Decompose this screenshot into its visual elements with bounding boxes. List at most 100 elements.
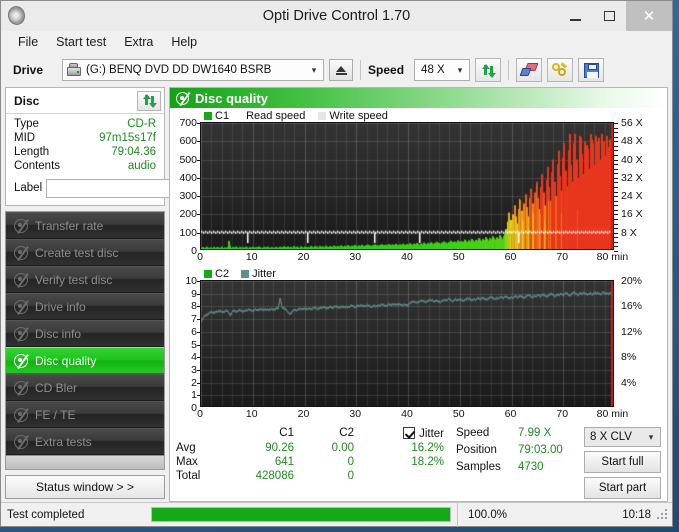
main-panel: Disc quality C1 Read speed Write speed 0… [169, 87, 668, 502]
clv-speed-select[interactable]: 8 X CLV ▾ [584, 427, 661, 447]
sidebar-item-fe-te[interactable]: FE / TE [6, 401, 164, 428]
disc-icon [14, 272, 29, 288]
disc-info-panel: Disc Type CD-R MID 97m15s17f Length 79:0… [5, 87, 218, 206]
sidebar-item-verify-test-disc[interactable]: Verify test disc [6, 266, 164, 293]
menu-item-extra[interactable]: Extra [115, 33, 162, 51]
axis-minor-tick [614, 127, 618, 129]
axis-tick-label: 50 [452, 408, 465, 420]
stats-info-value-samples: 4730 [518, 461, 544, 473]
status-bar: Test completed 100.0% 10:18 [1, 502, 672, 527]
disc-row-key: Type [14, 118, 39, 130]
menu-item-help[interactable]: Help [162, 33, 206, 51]
start-part-button[interactable]: Start part [584, 477, 661, 499]
c1-chart-plot [200, 122, 614, 250]
drive-icon [66, 63, 82, 77]
c1-chart-x-axis: 0 10 20 30 40 50 60 70 80 min [197, 250, 628, 266]
axis-tick-label: 20 [297, 251, 310, 263]
disc-icon [176, 91, 190, 106]
sidebar-item-cd-bler[interactable]: CD Bler [6, 374, 164, 401]
axis-tick-label: 80 min [596, 408, 629, 420]
sidebar-item-disc-info[interactable]: Disc info [6, 320, 164, 347]
drive-select[interactable]: (G:) BENQ DVD DD DW1640 BSRB ▾ [62, 59, 325, 81]
disc-refresh-button[interactable] [137, 90, 161, 111]
test-nav-list: Transfer rate Create test disc Verify te… [5, 211, 165, 470]
c1-chart: 0 100 200 300 400 500 600 700 8 X 16 X 24 X 32 X 40… [170, 117, 667, 257]
axis-minor-tick [614, 168, 618, 170]
app-window: Opti Drive Control 1.70 ✕ File Start tes… [0, 0, 673, 527]
axis-minor-tick [614, 232, 618, 234]
disc-row-value: audio [127, 160, 156, 172]
axis-minor-tick [614, 228, 618, 230]
axis-tick-label: 10 [245, 251, 258, 263]
settings-button[interactable] [547, 58, 574, 82]
disc-row-key: MID [14, 132, 36, 144]
axis-tick-label: 200 [179, 208, 197, 221]
speed-label: Speed [368, 63, 405, 77]
sidebar-item-label: Verify test disc [35, 272, 113, 287]
legend-label-c2: C2 [215, 267, 230, 280]
disc-icon [14, 218, 29, 234]
refresh-button[interactable] [475, 58, 502, 82]
status-window-button[interactable]: Status window > > [5, 475, 165, 499]
erase-button[interactable] [516, 58, 543, 82]
sidebar-item-extra-tests[interactable]: Extra tests [6, 428, 164, 455]
stats-max-c2: 0 [347, 456, 354, 468]
axis-minor-tick [614, 214, 618, 216]
disc-label-key: Label [14, 182, 43, 194]
menu-item-start-test[interactable]: Start test [47, 33, 115, 51]
toolbar-divider [508, 60, 510, 80]
stats-avg-c2: 0.00 [331, 442, 354, 454]
axis-minor-tick [614, 164, 618, 166]
nav-filler [6, 455, 164, 469]
sidebar-item-label: Extra tests [35, 434, 92, 449]
axis-minor-tick [614, 159, 618, 161]
sidebar-item-label: Create test disc [35, 245, 119, 260]
jitter-checkbox[interactable] [403, 427, 416, 439]
axis-tick-label: 40 [401, 251, 413, 263]
clv-speed-value: 8 X CLV [590, 431, 632, 443]
resize-grip[interactable] [657, 508, 669, 521]
chevron-down-icon: ▾ [311, 64, 317, 75]
test-controls: 8 X CLV ▾ Start full Start part [584, 427, 661, 499]
axis-tick-label: 400 [179, 171, 197, 184]
menu-bar: File Start test Extra Help [1, 31, 672, 53]
axis-tick-label: 8 X [621, 226, 637, 239]
axis-minor-tick [614, 177, 618, 179]
axis-tick-label: 12% [621, 325, 643, 338]
c1-chart-y-axis: 0 100 200 300 400 500 600 700 [170, 117, 200, 257]
stats-total-c2: 0 [347, 470, 354, 482]
disc-icon [14, 434, 29, 450]
stats-info-value-position: 79:03.00 [518, 444, 563, 456]
stats-row-label-max: Max [176, 456, 198, 468]
disc-label-row: Label [6, 173, 218, 205]
save-icon [583, 62, 599, 78]
progress-percent-label: 100.0% [457, 502, 527, 527]
speed-select[interactable]: 48 X ▾ [414, 59, 471, 81]
menu-item-file[interactable]: File [9, 33, 47, 51]
axis-minor-tick [614, 209, 618, 211]
speed-select-value: 48 X [421, 64, 445, 76]
sidebar-item-create-test-disc[interactable]: Create test disc [6, 239, 164, 266]
start-full-button[interactable]: Start full [584, 451, 661, 473]
stats-row-label-avg: Avg [176, 442, 196, 454]
c1-chart-x: 0 10 20 30 40 50 60 70 80 min [170, 250, 667, 266]
axis-tick-label: 8% [621, 351, 637, 364]
sidebar-item-transfer-rate[interactable]: Transfer rate [6, 212, 164, 239]
stats-info-key-samples: Samples [456, 461, 501, 473]
axis-tick-label: 0 [197, 251, 203, 263]
statistics-info: Speed 7.99 X Position 79:03.00 Samples 4… [456, 427, 584, 499]
disc-row-contents: Contents audio [6, 159, 164, 173]
eject-button[interactable] [329, 59, 354, 81]
disc-icon [14, 380, 29, 396]
keys-icon [552, 61, 568, 78]
sidebar-item-disc-quality[interactable]: Disc quality [6, 347, 164, 374]
sidebar-item-drive-info[interactable]: Drive info [6, 293, 164, 320]
save-button[interactable] [578, 58, 605, 82]
refresh-icon [481, 63, 496, 78]
c2-chart-plot [200, 280, 614, 407]
main-panel-title: Disc quality [195, 90, 268, 106]
disc-row-length: Length 79:04.36 [6, 145, 164, 159]
progress-bar-fill [152, 508, 450, 521]
disc-icon [14, 326, 29, 342]
disc-icon [14, 245, 29, 261]
